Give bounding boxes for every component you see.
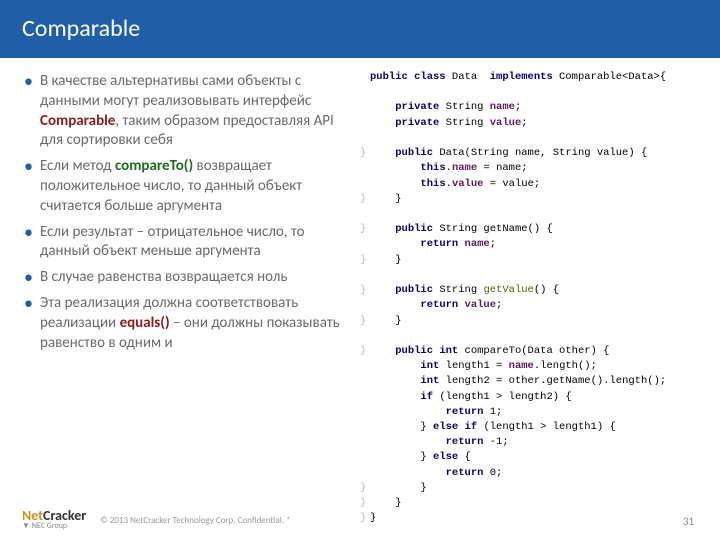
list-item: Если результат – отрицательное число, то… — [24, 223, 354, 263]
bullet-list: В качестве альтернативы сами объекты с д… — [24, 72, 354, 353]
list-item: Если метод compareTo() возвращает положи… — [24, 157, 354, 216]
list-item: В качестве альтернативы сами объекты с д… — [24, 72, 354, 151]
slide-body: В качестве альтернативы сами объекты с д… — [0, 58, 720, 527]
code-block: public class Data implements Comparable<… — [360, 70, 706, 527]
copyright-text: © 2013 NetCracker Technology Corp. Confi… — [100, 515, 290, 526]
code-column: public class Data implements Comparable<… — [360, 68, 710, 527]
bullet-column: В качестве альтернативы сами объекты с д… — [10, 68, 360, 527]
logo: NetCracker ▼ NEC Group — [22, 510, 86, 530]
footer: NetCracker ▼ NEC Group © 2013 NetCracker… — [22, 510, 291, 530]
list-item: В случае равенства возвращается ноль — [24, 268, 354, 288]
slide-title: Comparable — [22, 14, 140, 43]
slide-header: Comparable — [0, 0, 720, 58]
page-number: 31 — [683, 515, 694, 528]
list-item: Эта реализация должна соответствовать ре… — [24, 294, 354, 353]
